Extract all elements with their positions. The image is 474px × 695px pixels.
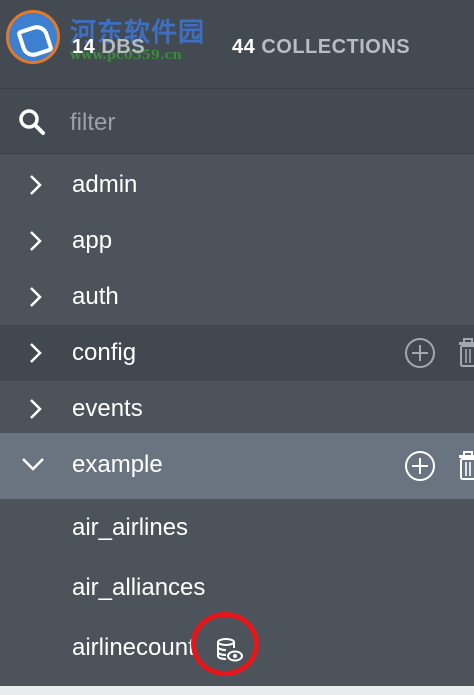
db-name: example <box>72 451 163 478</box>
collections-count: 44 <box>232 36 256 58</box>
collection-row[interactable]: air_airlines <box>0 500 474 558</box>
db-row-events[interactable]: events <box>0 381 474 437</box>
collection-row[interactable]: air_alliances <box>0 560 474 618</box>
db-row-example[interactable]: example <box>0 433 474 499</box>
db-name: admin <box>72 171 138 198</box>
filter-placeholder: filter <box>70 109 116 136</box>
db-name: app <box>72 227 113 254</box>
dbs-stat: 14 DBS <box>72 36 145 59</box>
chevron-down-icon <box>22 458 44 471</box>
db-name: auth <box>72 283 119 310</box>
sidebar: 河东软件园 www.pc0359.cn 14 DBS 44 COLLECTION… <box>0 0 474 695</box>
db-row-admin[interactable]: admin <box>0 157 474 213</box>
filter-input[interactable]: filter <box>0 88 474 154</box>
collections-stat: 44 COLLECTIONS <box>232 36 410 59</box>
db-name: events <box>72 395 143 422</box>
add-collection-icon[interactable] <box>404 337 436 369</box>
chevron-right-icon <box>30 287 42 307</box>
dbs-count: 14 <box>72 36 96 58</box>
chevron-right-icon <box>30 175 42 195</box>
collection-name: airlinecount <box>72 634 195 661</box>
annotation-circle <box>191 612 259 676</box>
chevron-right-icon <box>30 343 42 363</box>
search-icon <box>19 109 45 135</box>
collections-label: COLLECTIONS <box>261 36 411 58</box>
dbs-label: DBS <box>101 36 146 58</box>
add-collection-icon[interactable] <box>404 450 436 482</box>
watermark-logo <box>6 10 60 64</box>
collection-name: air_airlines <box>72 514 189 541</box>
db-row-auth[interactable]: auth <box>0 269 474 325</box>
db-name: config <box>72 339 137 366</box>
bottom-border <box>0 686 474 695</box>
db-row-app[interactable]: app <box>0 213 474 269</box>
collection-name: air_alliances <box>72 574 206 601</box>
chevron-right-icon <box>30 399 42 419</box>
sidebar-header: 河东软件园 www.pc0359.cn 14 DBS 44 COLLECTION… <box>0 0 474 88</box>
trash-icon[interactable] <box>458 450 474 482</box>
trash-icon[interactable] <box>458 337 474 369</box>
db-row-config[interactable]: config <box>0 325 474 381</box>
chevron-right-icon <box>30 231 42 251</box>
